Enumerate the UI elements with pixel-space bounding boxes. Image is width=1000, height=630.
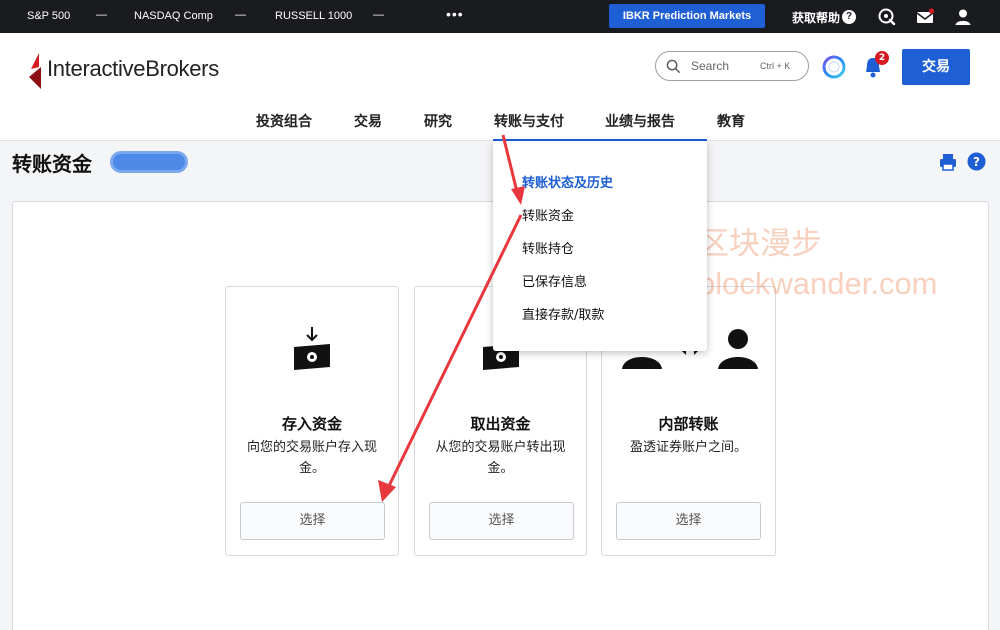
internal-transfer-card-desc: 盈透证券账户之间。 [629,440,747,455]
nav-research[interactable]: 研究 [424,111,452,131]
trade-button[interactable]: 交易 [902,49,970,85]
search-placeholder: Search [691,59,730,73]
nav-performance-reports[interactable]: 业绩与报告 [605,111,675,131]
withdraw-select-button[interactable]: 选择 [429,502,574,540]
svg-text:?: ? [973,155,980,169]
nav-trade[interactable]: 交易 [354,111,382,131]
help-question-icon[interactable]: ? [842,10,856,24]
ticker-nasdaq-value: — [235,9,246,21]
user-icon[interactable] [954,8,972,26]
search-box[interactable]: Search Ctrl + K [655,51,809,81]
ticker-russell-value: — [373,9,384,21]
account-selector[interactable] [110,151,188,173]
notification-badge: 2 [875,51,889,65]
dropdown-direct-deposit-withdraw[interactable]: 直接存款/取款 [522,304,604,323]
ib-logo-icon[interactable] [27,51,47,91]
ticker-more-icon[interactable]: ••• [446,6,464,22]
transfer-dropdown-menu: 转账状态及历史 转账资金 转账持仓 已保存信息 直接存款/取款 [493,141,707,351]
internal-transfer-card-title: 内部转账 [658,415,719,433]
ticker-bar: S&P 500 — NASDAQ Comp — RUSSELL 1000 — •… [0,0,1000,33]
chat-icon[interactable] [878,8,896,26]
withdraw-card-desc: 从您的交易账户转出现金。 [435,440,566,476]
nav-transfer-pay[interactable]: 转账与支付 [494,111,564,131]
ticker-nasdaq[interactable]: NASDAQ Comp [134,10,213,22]
deposit-card-desc: 向您的交易账户存入现金。 [246,440,377,476]
deposit-cash-icon [294,327,330,370]
ib-logo-text[interactable]: InteractiveBrokers [47,56,219,82]
logo-text-bold: Interactive [47,56,146,81]
assistant-ring-icon[interactable] [822,55,846,79]
page-title: 转账资金 [12,152,92,176]
print-icon[interactable] [939,153,957,171]
deposit-card[interactable]: 存入资金 向您的交易账户存入现金。 选择 [225,286,399,556]
deposit-select-button[interactable]: 选择 [240,502,385,540]
dropdown-transfer-funds[interactable]: 转账资金 [522,205,574,224]
main-header: InteractiveBrokers Search Ctrl + K 2 交易 … [0,33,1000,142]
mail-icon[interactable] [916,8,934,26]
prediction-markets-button[interactable]: IBKR Prediction Markets [609,4,765,28]
deposit-card-title: 存入资金 [281,415,342,433]
dropdown-saved-info[interactable]: 已保存信息 [522,271,587,290]
get-help-link[interactable]: 获取帮助 [792,9,840,26]
search-shortcut: Ctrl + K [760,61,791,71]
withdraw-card-title: 取出资金 [470,415,531,433]
ticker-russell[interactable]: RUSSELL 1000 [275,10,352,22]
page-help-icon[interactable]: ? [967,152,986,171]
logo-text-rest: Brokers [145,56,219,81]
dropdown-transfer-positions[interactable]: 转账持仓 [522,238,574,257]
watermark: 区块漫步 blockwander.com [698,224,938,304]
ticker-sp500-value: — [96,9,107,21]
dropdown-transfer-status-history[interactable]: 转账状态及历史 [522,172,613,191]
nav-portfolio[interactable]: 投资组合 [256,111,312,131]
watermark-en: blockwander.com [698,266,938,301]
search-icon [666,59,681,74]
internal-transfer-select-button[interactable]: 选择 [616,502,761,540]
ticker-sp500[interactable]: S&P 500 [27,10,70,22]
watermark-cn: 区块漫步 [698,226,822,261]
nav-education[interactable]: 教育 [717,111,745,131]
